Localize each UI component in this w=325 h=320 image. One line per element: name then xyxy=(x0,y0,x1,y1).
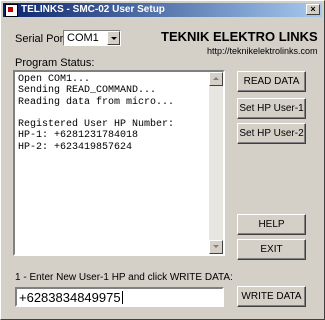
brand-name: TEKNIK ELEKTRO LINKS xyxy=(161,29,318,44)
serial-port-value: COM1 xyxy=(67,32,99,44)
chevron-down-icon[interactable] xyxy=(107,31,120,45)
new-hp-value: +6283834849975 xyxy=(19,290,121,305)
vertical-scrollbar[interactable] xyxy=(209,72,223,254)
status-log: Open COM1... Sending READ_COMMAND... Rea… xyxy=(18,74,208,153)
status-line: Open COM1... xyxy=(18,74,91,85)
status-line: Reading data from micro... xyxy=(18,96,175,108)
scroll-down-icon[interactable] xyxy=(209,240,223,254)
serial-port-label: Serial Port: xyxy=(15,33,70,45)
status-line xyxy=(18,108,208,119)
app-window: TELINKS - SMC-02 User Setup × Serial Por… xyxy=(0,0,325,320)
scroll-up-icon[interactable] xyxy=(209,72,223,86)
serial-port-select[interactable]: COM1 xyxy=(63,30,121,46)
close-button[interactable]: × xyxy=(306,4,320,15)
set-hp-user1-button[interactable]: Set HP User-1 xyxy=(237,98,306,119)
brand-url: http://teknikelektrolinks.com xyxy=(207,46,318,56)
exit-button[interactable]: EXIT xyxy=(237,239,306,260)
new-hp-input[interactable]: +6283834849975 xyxy=(15,287,224,307)
status-line: HP-1: +6281231784018 xyxy=(18,130,139,142)
help-button[interactable]: HELP xyxy=(237,214,306,235)
status-line: Registered User HP Number: xyxy=(18,119,175,131)
program-status-textarea[interactable]: Open COM1... Sending READ_COMMAND... Rea… xyxy=(13,70,225,256)
app-icon xyxy=(5,4,18,17)
entry-instruction: 1 - Enter New User-1 HP and click WRITE … xyxy=(15,272,233,283)
close-icon: × xyxy=(310,4,316,14)
text-caret xyxy=(121,291,123,304)
set-hp-user2-button[interactable]: Set HP User-2 xyxy=(237,123,306,144)
program-status-label: Program Status: xyxy=(15,57,95,69)
read-data-button[interactable]: READ DATA xyxy=(237,71,306,92)
status-line: HP-2: +623419857624 xyxy=(18,141,133,153)
status-line: Sending READ_COMMAND... xyxy=(18,85,157,97)
window-title: TELINKS - SMC-02 User Setup xyxy=(21,4,165,15)
write-data-button[interactable]: WRITE DATA xyxy=(237,286,306,307)
title-bar[interactable]: TELINKS - SMC-02 User Setup × xyxy=(3,3,322,17)
